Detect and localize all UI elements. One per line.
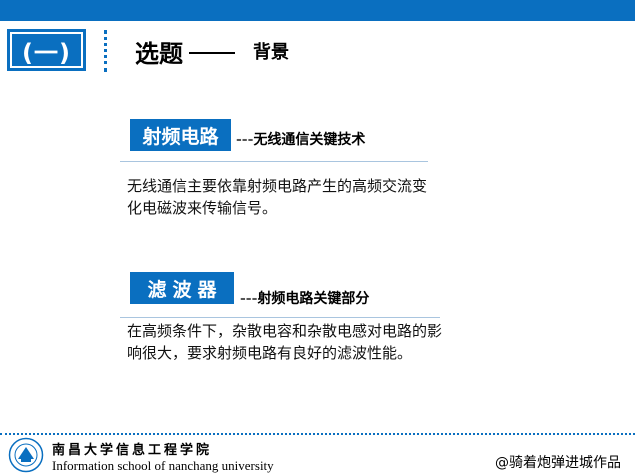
topic-tag-filter: 滤波器 <box>130 272 234 304</box>
caption-lead: --- <box>236 132 254 148</box>
title-dash <box>189 52 235 54</box>
top-banner <box>0 0 635 21</box>
header-divider <box>104 30 107 72</box>
footer-divider <box>0 433 635 435</box>
caption-lead: --- <box>240 291 258 307</box>
slide-title: 选题 背景 <box>135 34 289 68</box>
university-seal-icon <box>8 437 44 473</box>
school-name-chinese: 南昌大学信息工程学院 <box>52 443 213 458</box>
section-number-badge: (一) <box>7 29 86 71</box>
caption-text: 射频电路关键部分 <box>257 291 370 307</box>
topic-body-rf-circuit: 无线通信主要依靠射频电路产生的高频交流变化电磁波来传输信号。 <box>127 177 428 217</box>
topic-caption-rf-circuit: ---无线通信关键技术 <box>236 129 365 149</box>
caption-text: 无线通信关键技术 <box>253 132 366 148</box>
section-rule <box>120 317 440 318</box>
section-rule <box>120 161 428 162</box>
school-name-english: Information school of nanchang universit… <box>52 458 274 473</box>
section-number: (一) <box>10 32 83 68</box>
topic-caption-filter: ---射频电路关键部分 <box>240 288 369 308</box>
slide-title-main: 选题 <box>135 39 183 68</box>
slide-title-sub: 背景 <box>253 42 289 63</box>
author-credit: @骑着炮弹进城作品 <box>495 455 621 471</box>
topic-tag-rf-circuit: 射频电路 <box>130 119 231 151</box>
topic-body-filter: 在高频条件下，杂散电容和杂散电感对电路的影响很大，要求射频电路有良好的滤波性能。 <box>127 322 443 362</box>
